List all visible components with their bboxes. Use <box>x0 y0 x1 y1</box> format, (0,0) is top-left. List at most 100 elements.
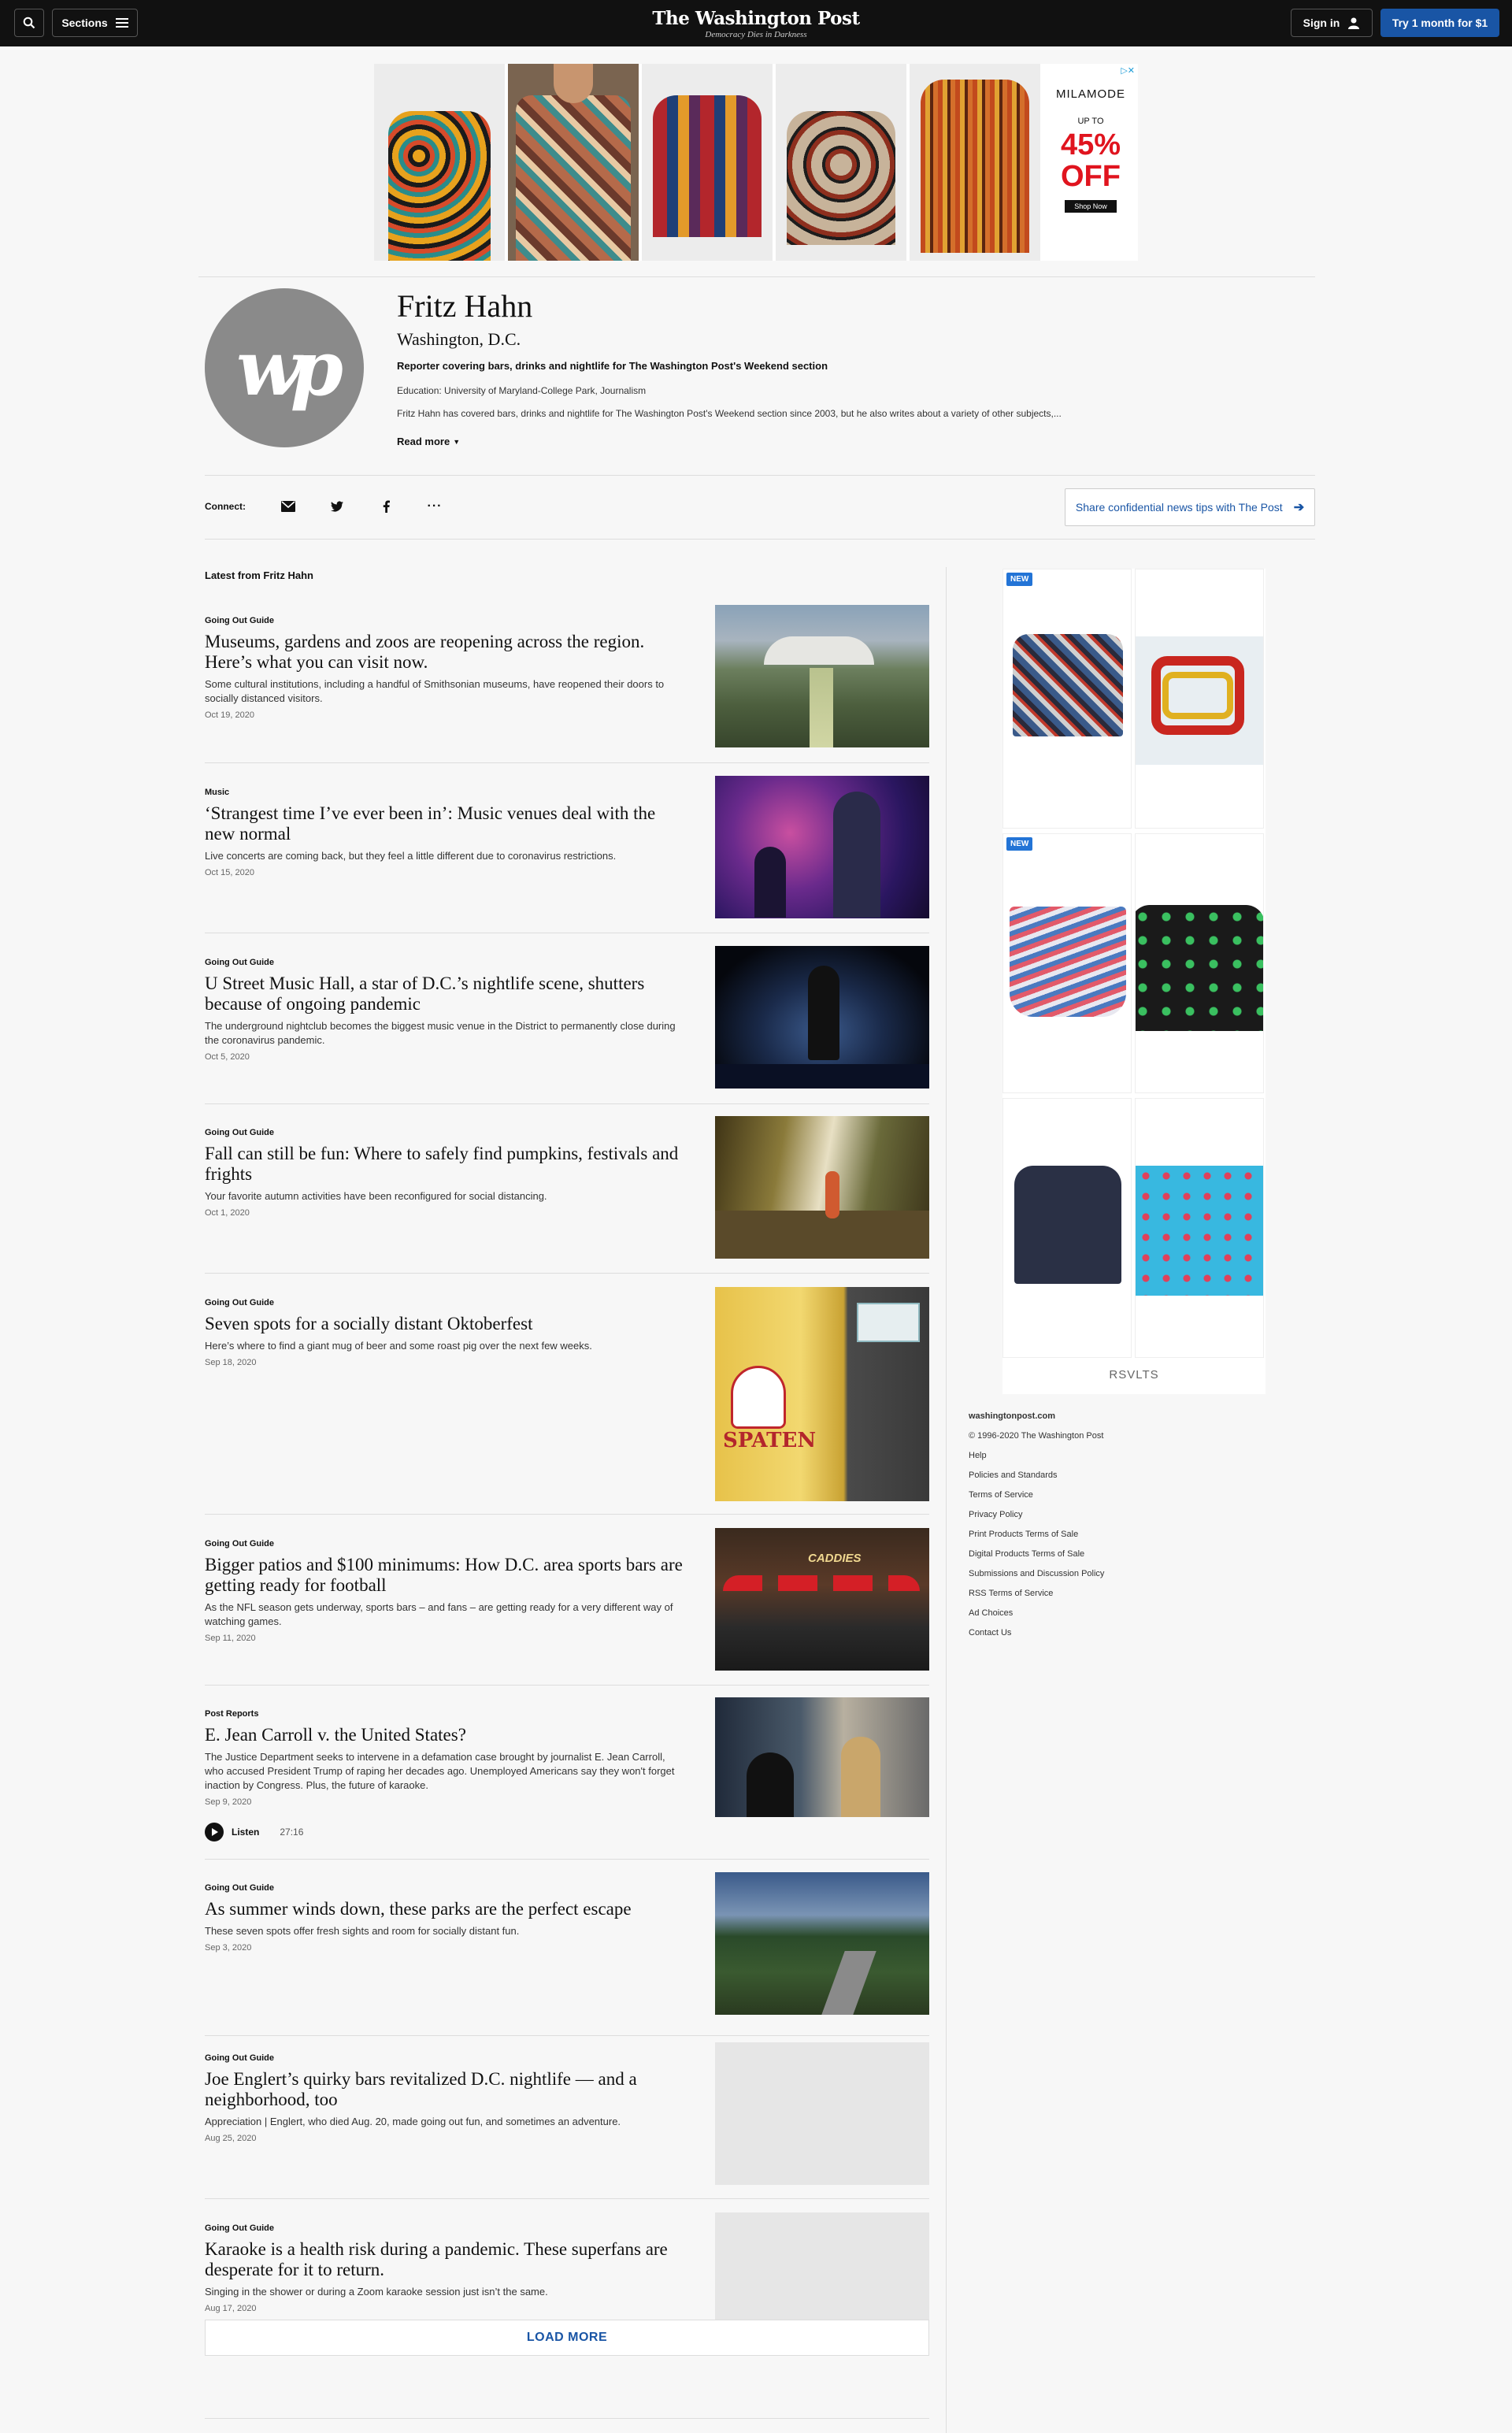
article-date: Oct 5, 2020 <box>205 1052 250 1062</box>
article-kicker[interactable]: Going Out Guide <box>205 958 685 967</box>
latest-heading: Latest from Fritz Hahn <box>205 569 313 581</box>
author-role: Reporter covering bars, drinks and night… <box>397 360 828 372</box>
article-headline[interactable]: As summer winds down, these parks are th… <box>205 1899 685 1919</box>
sign-in-button[interactable]: Sign in <box>1291 9 1373 37</box>
ad-shirt-image[interactable] <box>508 64 639 261</box>
article-kicker[interactable]: Going Out Guide <box>205 1128 685 1137</box>
more-icon[interactable]: ··· <box>424 495 446 517</box>
ad-off: OFF <box>1061 160 1121 193</box>
footer-link-contact[interactable]: Contact Us <box>969 1623 1205 1643</box>
twitter-icon[interactable] <box>326 495 348 517</box>
article-headline[interactable]: U Street Music Hall, a star of D.C.’s ni… <box>205 974 685 1014</box>
article-kicker[interactable]: Going Out Guide <box>205 1298 685 1307</box>
article-blurb: The Justice Department seeks to interven… <box>205 1751 675 1791</box>
arrow-right-icon: ➔ <box>1293 501 1305 514</box>
article-image-text: CADDIES <box>808 1552 862 1565</box>
article-date: Oct 15, 2020 <box>205 868 254 877</box>
ad-shirt-image[interactable] <box>910 64 1040 261</box>
ad-shop-now-button[interactable]: Shop Now <box>1065 200 1117 213</box>
article-blurb: Some cultural institutions, including a … <box>205 678 665 704</box>
article-item[interactable]: Going Out Guide U Street Music Hall, a s… <box>205 946 929 1103</box>
footer-link-ad-choices[interactable]: Ad Choices <box>969 1604 1205 1623</box>
article-kicker[interactable]: Going Out Guide <box>205 1539 685 1548</box>
load-more-button[interactable]: LOAD MORE <box>205 2320 929 2356</box>
footer-link-policies[interactable]: Policies and Standards <box>969 1466 1205 1485</box>
footer-link-digital-terms[interactable]: Digital Products Terms of Sale <box>969 1545 1205 1564</box>
connect-row: Connect: ··· Share confidential news tip… <box>205 488 1315 526</box>
article-thumbnail[interactable] <box>715 946 929 1089</box>
ad-shirt-image[interactable] <box>642 64 773 261</box>
top-navigation: Sections The Washington Post Democracy D… <box>0 0 1512 46</box>
ad-product-tile[interactable] <box>1135 1098 1264 1358</box>
article-headline[interactable]: Karaoke is a health risk during a pandem… <box>205 2239 685 2280</box>
facebook-icon[interactable] <box>375 495 397 517</box>
article-item[interactable]: Going Out Guide Seven spots for a social… <box>205 1287 929 1514</box>
read-more-link[interactable]: Read more ▼ <box>397 436 460 447</box>
article-headline[interactable]: Joe Englert’s quirky bars revitalized D.… <box>205 2069 685 2110</box>
column-divider <box>946 567 947 2433</box>
logo-title: The Washington Post <box>652 8 860 29</box>
ad-product-tile[interactable]: NEW <box>1002 833 1132 1093</box>
author-name: Fritz Hahn <box>397 288 533 324</box>
article-headline[interactable]: Fall can still be fun: Where to safely f… <box>205 1144 685 1185</box>
article-thumbnail[interactable] <box>715 1872 929 2015</box>
article-item[interactable]: Going Out Guide Bigger patios and $100 m… <box>205 1528 929 1685</box>
listen-button[interactable]: Listen 27:16 <box>205 1823 685 1841</box>
site-footer: washingtonpost.com © 1996-2020 The Washi… <box>969 1407 1205 1643</box>
article-thumbnail[interactable]: SPATEN <box>715 1287 929 1501</box>
ad-percent: 45% <box>1060 128 1121 161</box>
footer-link-rss[interactable]: RSS Terms of Service <box>969 1584 1205 1604</box>
article-thumbnail[interactable] <box>715 776 929 918</box>
share-tips-label: Share confidential news tips with The Po… <box>1075 501 1283 514</box>
footer-link-terms[interactable]: Terms of Service <box>969 1485 1205 1505</box>
footer-link-privacy[interactable]: Privacy Policy <box>969 1505 1205 1525</box>
article-headline[interactable]: Museums, gardens and zoos are reopening … <box>205 632 685 673</box>
ad-product-tile[interactable] <box>1002 1098 1132 1358</box>
article-thumbnail[interactable] <box>715 1697 929 1817</box>
article-kicker[interactable]: Going Out Guide <box>205 2053 685 2063</box>
ad-shirt-image[interactable] <box>374 64 505 261</box>
article-item[interactable]: Going Out Guide Fall can still be fun: W… <box>205 1116 929 1273</box>
footer-link-print-terms[interactable]: Print Products Terms of Sale <box>969 1525 1205 1545</box>
divider <box>205 1685 929 1686</box>
ad-promo-panel[interactable]: ▷✕ MILAMODE UP TO 45% OFF Shop Now <box>1043 64 1138 261</box>
connect-label: Connect: <box>205 501 246 512</box>
article-kicker[interactable]: Going Out Guide <box>205 1883 685 1893</box>
divider <box>198 276 1315 277</box>
ad-product-tile[interactable] <box>1135 833 1264 1093</box>
ad-product-tile[interactable] <box>1135 569 1264 829</box>
article-headline[interactable]: Bigger patios and $100 minimums: How D.C… <box>205 1555 685 1596</box>
article-item[interactable]: Going Out Guide Joe Englert’s quirky bar… <box>205 2042 929 2198</box>
article-item[interactable]: Going Out Guide Museums, gardens and zoo… <box>205 605 929 762</box>
ad-shirt-image[interactable] <box>776 64 906 261</box>
rail-advertisement[interactable]: ▷✕ NEW NEW RSVLTS <box>1002 569 1266 1394</box>
article-thumbnail[interactable]: CADDIES <box>715 1528 929 1671</box>
play-icon <box>205 1823 224 1841</box>
article-headline[interactable]: E. Jean Carroll v. the United States? <box>205 1725 685 1745</box>
subscribe-button[interactable]: Try 1 month for $1 <box>1380 9 1499 37</box>
article-blurb: These seven spots offer fresh sights and… <box>205 1925 520 1937</box>
footer-site-name[interactable]: washingtonpost.com <box>969 1407 1205 1426</box>
site-logo[interactable]: The Washington Post Democracy Dies in Da… <box>0 8 1512 39</box>
article-blurb: Appreciation | Englert, who died Aug. 20… <box>205 2116 621 2127</box>
article-item[interactable]: Post Reports E. Jean Carroll v. the Unit… <box>205 1697 929 1859</box>
article-kicker[interactable]: Post Reports <box>205 1709 685 1719</box>
top-advertisement[interactable]: ▷✕ MILAMODE UP TO 45% OFF Shop Now <box>374 64 1138 261</box>
article-item[interactable]: Going Out Guide As summer winds down, th… <box>205 1872 929 2035</box>
article-headline[interactable]: Seven spots for a socially distant Oktob… <box>205 1314 685 1334</box>
article-thumbnail[interactable] <box>715 2042 929 2185</box>
article-headline[interactable]: ‘Strangest time I’ve ever been in’: Musi… <box>205 803 685 844</box>
email-icon[interactable] <box>277 495 299 517</box>
article-kicker[interactable]: Music <box>205 788 685 797</box>
ad-product-tile[interactable]: NEW <box>1002 569 1132 829</box>
article-item[interactable]: Music ‘Strangest time I’ve ever been in’… <box>205 776 929 933</box>
footer-link-submissions[interactable]: Submissions and Discussion Policy <box>969 1564 1205 1584</box>
article-kicker[interactable]: Going Out Guide <box>205 616 685 625</box>
author-education: Education: University of Maryland-Colleg… <box>397 385 647 396</box>
article-thumbnail[interactable] <box>715 605 929 747</box>
share-tips-button[interactable]: Share confidential news tips with The Po… <box>1065 488 1315 526</box>
adchoices-icon[interactable]: ▷✕ <box>1121 65 1135 76</box>
article-kicker[interactable]: Going Out Guide <box>205 2223 685 2233</box>
article-thumbnail[interactable] <box>715 1116 929 1259</box>
footer-link-help[interactable]: Help <box>969 1446 1205 1466</box>
